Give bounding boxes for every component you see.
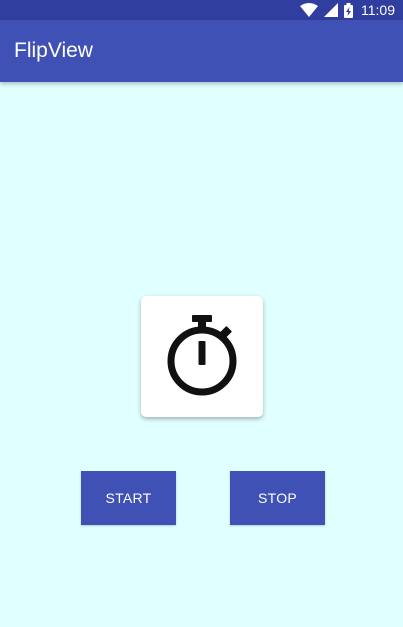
app-screen: 11:09 FlipView START STOP bbox=[0, 0, 403, 627]
app-title: FlipView bbox=[14, 39, 93, 62]
app-bar: FlipView bbox=[0, 20, 403, 82]
flip-card[interactable] bbox=[141, 296, 263, 417]
stop-button[interactable]: STOP bbox=[230, 471, 325, 525]
status-icons: 11:09 bbox=[300, 0, 395, 20]
signal-icon bbox=[324, 3, 338, 17]
status-bar: 11:09 bbox=[0, 0, 403, 20]
status-time: 11:09 bbox=[361, 2, 395, 18]
battery-charging-icon bbox=[344, 2, 353, 18]
start-button[interactable]: START bbox=[81, 471, 176, 525]
wifi-icon bbox=[300, 3, 318, 17]
